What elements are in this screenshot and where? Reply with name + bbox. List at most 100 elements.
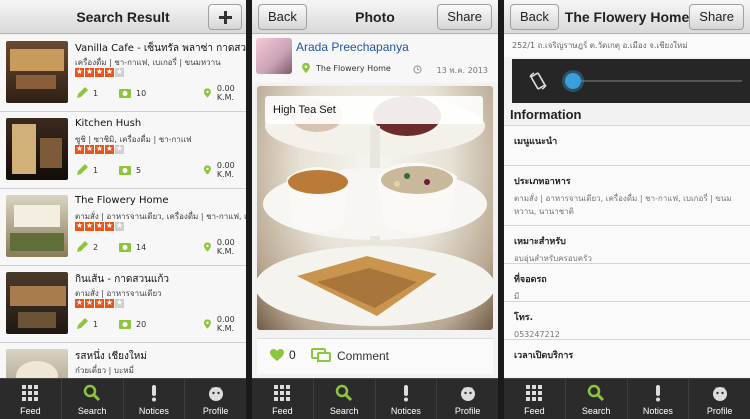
- tab-notices-label: Notices: [138, 406, 169, 416]
- exclamation-icon: [403, 385, 408, 402]
- distance: 0.00 K.M.: [202, 315, 246, 333]
- brightness-slider-track[interactable]: [572, 80, 742, 82]
- rating-stars: [75, 143, 124, 155]
- pencil-icon: [77, 164, 88, 175]
- location-pin-icon: [203, 88, 211, 98]
- tab-search[interactable]: Search: [314, 379, 376, 419]
- camera-icon: [119, 243, 131, 252]
- like-button[interactable]: 0: [269, 348, 296, 362]
- restaurant-name: Vanilla Cafe - เซ็นทรัล พลาซ่า กาดสวน: [75, 43, 246, 54]
- result-row[interactable]: Vanilla Cafe - เซ็นทรัล พลาซ่า กาดสวน เค…: [0, 35, 246, 112]
- location-pin-icon: [203, 242, 211, 252]
- star-icon: [85, 66, 94, 78]
- photo-count-value: 10: [136, 88, 147, 98]
- review-count-value: 1: [93, 88, 99, 98]
- photo-count-value: 14: [136, 242, 147, 252]
- star-empty-icon: [115, 143, 124, 155]
- info-heading: ประเภทอาหาร: [514, 177, 571, 187]
- tab-search[interactable]: Search: [62, 379, 124, 419]
- photo-count-value: 5: [136, 165, 142, 175]
- result-row[interactable]: กินเส้น - กาดสวนแก้ว ตามสั่ง | อาหารจานเ…: [0, 266, 246, 343]
- heart-icon: [270, 349, 284, 361]
- location-pin-icon: [203, 319, 211, 329]
- star-icon: [105, 220, 114, 232]
- tab-feed[interactable]: Feed: [0, 379, 62, 419]
- photo-count-value: 20: [136, 319, 147, 329]
- tab-profile[interactable]: Profile: [185, 379, 246, 419]
- tab-notices-label: Notices: [642, 406, 673, 416]
- star-icon: [95, 143, 104, 155]
- info-value: ตามสั่ง | อาหารจานเดียว, เครื่องดื่ม | ช…: [514, 194, 732, 216]
- star-empty-icon: [115, 66, 124, 78]
- star-icon: [75, 297, 84, 309]
- tab-notices[interactable]: Notices: [376, 379, 438, 419]
- info-section: ที่จอดรถ มี: [504, 263, 750, 301]
- info-section: เวลาเปิดบริการ: [504, 339, 750, 377]
- star-icon: [95, 220, 104, 232]
- food-photo[interactable]: High Tea Set: [257, 86, 493, 330]
- info-section: เหมาะสำหรับ อบอุ่นสำหรับครอบครัว: [504, 225, 750, 263]
- info-section[interactable]: โทร. 053247212: [504, 301, 750, 339]
- rating-stars: [75, 66, 124, 78]
- tab-profile-label: Profile: [454, 406, 481, 416]
- distance: 0.00 K.M.: [202, 238, 246, 256]
- review-count: 2: [75, 240, 98, 254]
- info-section: ประเภทอาหาร ตามสั่ง | อาหารจานเดียว, เคร…: [504, 165, 750, 225]
- screens: Search Result Vanilla Cafe - เซ็นทรัล พล…: [0, 0, 750, 419]
- photo-count: 14: [118, 240, 146, 254]
- star-icon: [105, 66, 114, 78]
- add-button[interactable]: [208, 4, 242, 30]
- tab-notices[interactable]: Notices: [628, 379, 690, 419]
- brightness-slider-handle[interactable]: [565, 73, 581, 89]
- tab-profile-label: Profile: [202, 406, 229, 416]
- tab-notices[interactable]: Notices: [124, 379, 186, 419]
- avatar[interactable]: [256, 38, 292, 74]
- rotate-screen-icon[interactable]: [528, 71, 548, 91]
- clock-icon: [413, 65, 422, 74]
- grid-icon: [274, 385, 291, 401]
- distance: 0.00 K.M.: [202, 84, 246, 102]
- info-heading: เวลาเปิดบริการ: [514, 351, 574, 361]
- place-topbar: Back The Flowery Home Share: [504, 0, 750, 34]
- search-result-screen: Search Result Vanilla Cafe - เซ็นทรัล พล…: [0, 0, 246, 419]
- distance-value: 0.00 K.M.: [216, 84, 235, 102]
- profile-face-icon: [712, 387, 727, 401]
- author-name[interactable]: Arada Preechapanya: [296, 40, 409, 54]
- search-icon: [587, 384, 605, 402]
- photo-screen: Back Photo Share Arada Preechapanya The …: [252, 0, 498, 419]
- star-icon: [85, 220, 94, 232]
- star-icon: [75, 143, 84, 155]
- information-list: เมนูแนะนำ ประเภทอาหาร ตามสั่ง | อาหารจาน…: [504, 125, 750, 377]
- tab-feed-label: Feed: [272, 406, 293, 416]
- photo-count: 10: [118, 86, 146, 100]
- star-icon: [95, 66, 104, 78]
- tab-profile[interactable]: Profile: [437, 379, 498, 419]
- tab-search[interactable]: Search: [566, 379, 628, 419]
- tab-profile-label: Profile: [706, 406, 733, 416]
- tab-bar: Feed Search Notices Profile: [504, 378, 750, 419]
- result-list: Vanilla Cafe - เซ็นทรัล พลาซ่า กาดสวน เค…: [0, 35, 246, 419]
- result-row[interactable]: The Flowery Home ตามสั่ง | อาหารจานเดียว…: [0, 189, 246, 266]
- photo-location[interactable]: The Flowery Home: [316, 64, 391, 73]
- photo-caption: High Tea Set: [265, 96, 483, 124]
- star-icon: [85, 297, 94, 309]
- photo-action-bar: 0 Comment: [257, 338, 493, 374]
- camera-icon: [119, 89, 131, 98]
- tab-feed[interactable]: Feed: [504, 379, 566, 419]
- info-heading: เหมาะสำหรับ: [514, 237, 566, 247]
- share-button[interactable]: Share: [689, 4, 744, 30]
- info-section: เมนูแนะนำ: [504, 125, 750, 165]
- result-row[interactable]: Kitchen Hush ซูชิ | ซาชิมิ, เครื่องดื่ม …: [0, 112, 246, 189]
- restaurant-thumbnail: [6, 195, 68, 257]
- share-button[interactable]: Share: [437, 4, 492, 30]
- photo-date: 13 พ.ค. 2013: [436, 66, 488, 75]
- location-pin-icon: [302, 62, 310, 74]
- tab-profile[interactable]: Profile: [689, 379, 750, 419]
- tab-feed[interactable]: Feed: [252, 379, 314, 419]
- review-count: 1: [75, 86, 98, 100]
- author-bar: Arada Preechapanya The Flowery Home 13 พ…: [252, 35, 498, 83]
- restaurant-name: Kitchen Hush: [75, 118, 142, 129]
- comment-button[interactable]: Comment: [311, 348, 389, 364]
- pencil-icon: [77, 241, 88, 252]
- search-icon: [335, 384, 353, 402]
